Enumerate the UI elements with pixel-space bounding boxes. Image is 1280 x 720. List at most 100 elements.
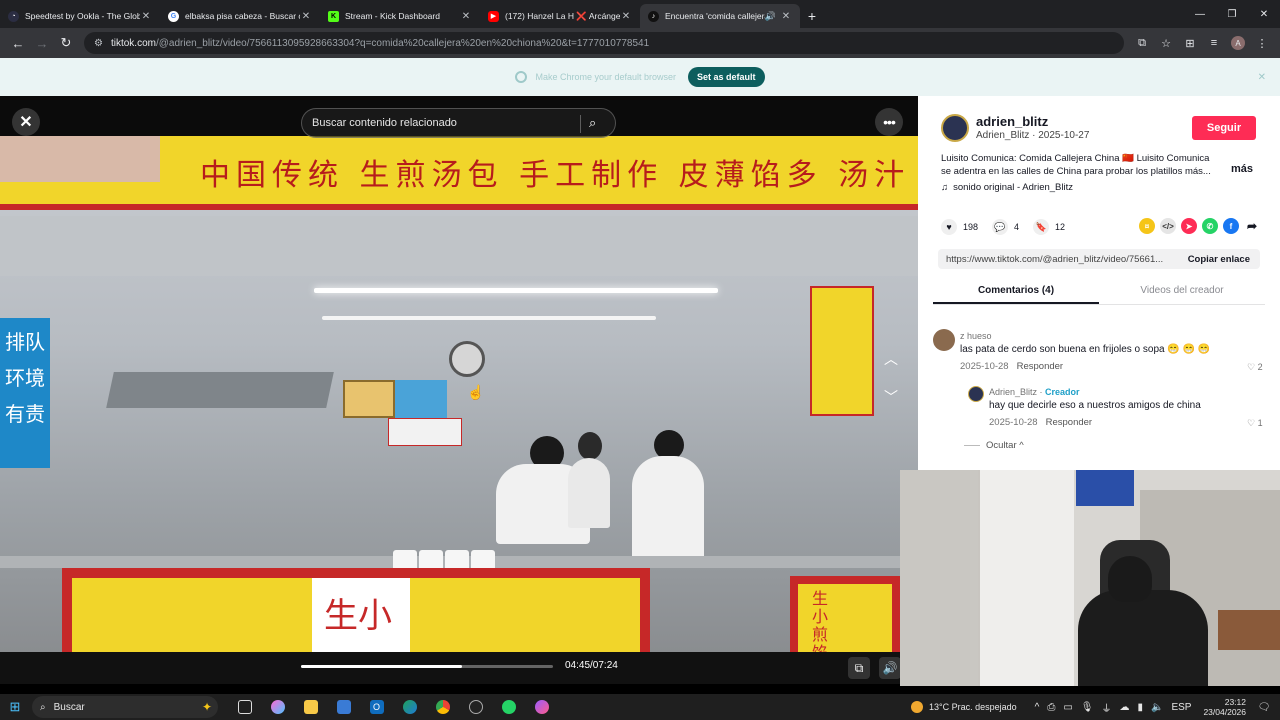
windows-start-icon[interactable]: ⊞ [0, 694, 30, 720]
volume-icon[interactable]: 🔈 [1151, 702, 1163, 713]
volume-icon[interactable]: 🔊 [879, 657, 901, 679]
comment-username[interactable]: z hueso [960, 331, 992, 341]
extensions-icon[interactable]: ⊞ [1178, 31, 1202, 55]
video-description: Luisito Comunica: Comida Callejera China… [941, 153, 1211, 177]
close-window-icon[interactable]: ✕ [1248, 0, 1280, 28]
chevron-down-icon[interactable]: ﹀ [880, 386, 902, 408]
messenger-icon[interactable] [525, 694, 558, 720]
new-tab-button[interactable]: + [800, 4, 824, 28]
wall-notice [343, 380, 395, 418]
blue-sign-text: 排队 环境 有责 [5, 330, 45, 426]
reply-button[interactable]: Responder [1017, 361, 1063, 372]
chrome-icon[interactable] [426, 694, 459, 720]
video-link[interactable]: https://www.tiktok.com/@adrien_blitz/vid… [938, 254, 1178, 265]
close-video-button[interactable]: ✕ [12, 108, 40, 136]
task-view-icon[interactable] [228, 694, 261, 720]
display-icon[interactable]: ▭ [1063, 702, 1072, 713]
comment-count: 4 [1014, 222, 1020, 232]
language-indicator[interactable]: ESP [1171, 702, 1191, 713]
speaker-icon[interactable]: 🔊 [765, 11, 776, 22]
weather-widget[interactable]: 13°C Prac. despejado [910, 701, 1017, 713]
notification-icon[interactable]: 🗨 [1256, 699, 1272, 715]
more-options-button[interactable]: ••• [875, 108, 903, 136]
hide-replies[interactable]: Ocultar ^ [964, 440, 1024, 451]
facebook-icon[interactable]: f [1223, 218, 1239, 234]
reply-username[interactable]: Adrien_Blitz [989, 387, 1037, 397]
save-button[interactable]: 🔖 12 [1033, 219, 1065, 235]
microphone-icon[interactable]: 🎙 [1081, 702, 1094, 713]
tab-comments[interactable]: Comentarios (4) [933, 281, 1099, 304]
edge-icon[interactable] [393, 694, 426, 720]
restore-icon[interactable]: ❐ [1216, 0, 1248, 28]
commenter-avatar[interactable] [933, 329, 955, 351]
follow-button[interactable]: Seguir [1192, 116, 1256, 140]
onedrive-icon[interactable]: ☁ [1119, 702, 1129, 713]
picture-in-picture-icon[interactable]: ⧉ [848, 657, 870, 679]
whatsapp-icon[interactable]: ✆ [1202, 218, 1218, 234]
printer-icon[interactable]: ⎙ [1047, 702, 1055, 713]
site-settings-icon[interactable]: ⚙ [94, 38, 103, 49]
related-search-input[interactable]: Buscar contenido relacionado ⌕ [301, 108, 616, 138]
outlook-icon[interactable]: O [360, 694, 393, 720]
menu-icon[interactable]: ⋮ [1250, 31, 1274, 55]
reload-icon[interactable]: ↻ [54, 31, 78, 55]
forward-icon[interactable]: → [30, 31, 54, 55]
close-icon[interactable]: ✕ [780, 11, 792, 22]
store-icon[interactable] [327, 694, 360, 720]
progress-bar[interactable] [301, 665, 553, 668]
chevron-up-icon[interactable]: ︿ [880, 348, 902, 370]
obs-icon[interactable] [459, 694, 492, 720]
comment-button[interactable]: 💬 4 [992, 219, 1019, 235]
whatsapp-icon[interactable] [492, 694, 525, 720]
more-link[interactable]: más [1231, 163, 1253, 175]
embed-icon[interactable]: </> [1160, 218, 1176, 234]
search-icon[interactable]: ⌕ [589, 115, 605, 131]
coin-icon[interactable]: ¤ [1139, 218, 1155, 234]
banner-text: Make Chrome your default browser [535, 72, 677, 82]
file-explorer-icon[interactable] [294, 694, 327, 720]
copy-link-button[interactable]: Copiar enlace [1178, 254, 1260, 265]
taskbar-search[interactable]: ⌕ Buscar ✦ [32, 696, 218, 718]
back-icon[interactable]: ← [6, 31, 30, 55]
menu-stand: 生小煎馅饼 [790, 576, 900, 652]
reply-like[interactable]: ♡ 1 [1247, 418, 1263, 429]
heart-icon: ♥ [941, 219, 957, 235]
search-divider [580, 115, 581, 133]
reply-button[interactable]: Responder [1046, 417, 1092, 428]
usb-icon[interactable]: ⏚ [1101, 700, 1111, 715]
close-icon[interactable]: ✕ [620, 11, 632, 22]
tab-youtube[interactable]: ▶ (172) Hanzel La H ❌ Arcángel ✕ [480, 4, 640, 28]
send-icon[interactable]: ➤ [1181, 218, 1197, 234]
tab-speedtest[interactable]: ◔ Speedtest by Ookla - The Global ✕ [0, 4, 160, 28]
share-icon[interactable]: ➦ [1244, 218, 1260, 234]
install-app-icon[interactable]: ⧉ [1130, 31, 1154, 55]
bookmark-star-icon[interactable]: ☆ [1154, 31, 1178, 55]
author-avatar[interactable] [941, 114, 969, 142]
media-controls-icon[interactable]: ≡ [1202, 31, 1226, 55]
tab-kick-dashboard[interactable]: K Stream - Kick Dashboard ✕ [320, 4, 480, 28]
taskbar-clock[interactable]: 23:12 23/04/2026 [1203, 697, 1246, 717]
creator-badge: Creador [1045, 387, 1080, 397]
close-icon[interactable]: ✕ [140, 11, 152, 22]
tab-creator-videos[interactable]: Videos del creador [1099, 281, 1265, 304]
video-player[interactable]: 中国传统 生煎汤包 手工制作 皮薄馅多 汤汁 排队 环境 有责 生小 生小煎馅饼… [0, 96, 918, 684]
minimize-icon[interactable]: — [1184, 0, 1216, 28]
clock-time: 23:12 [1224, 697, 1246, 707]
tab-tiktok[interactable]: ♪ Encuentra 'comida callejera 🔊 ✕ [640, 4, 800, 28]
close-icon[interactable]: ✕ [1258, 72, 1266, 83]
profile-avatar[interactable]: A [1231, 36, 1245, 50]
close-icon[interactable]: ✕ [460, 11, 472, 22]
reply-separator: · [1037, 387, 1046, 397]
author-name[interactable]: adrien_blitz [976, 114, 1048, 129]
tab-google-search[interactable]: G elbaksa pisa cabeza - Buscar co ✕ [160, 4, 320, 28]
chevron-up-icon[interactable]: ^ [1035, 702, 1040, 713]
creator-avatar[interactable] [968, 386, 984, 402]
url-field[interactable]: ⚙ tiktok.com/@adrien_blitz/video/7566113… [84, 32, 1124, 54]
close-icon[interactable]: ✕ [300, 11, 312, 22]
battery-icon[interactable]: ▮ [1137, 702, 1143, 713]
comment-like[interactable]: ♡ 2 [1247, 362, 1263, 373]
music-row[interactable]: ♫ sonido original - Adrien_Blitz [941, 182, 1073, 193]
like-button[interactable]: ♥ 198 [941, 219, 978, 235]
copilot-icon[interactable] [261, 694, 294, 720]
set-default-button[interactable]: Set as default [688, 67, 765, 87]
